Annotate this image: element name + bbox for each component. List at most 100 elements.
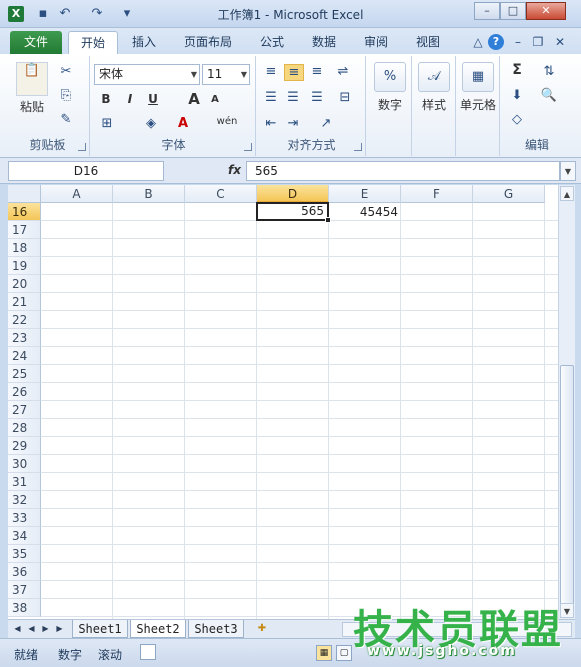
row-header-30[interactable]: 30: [8, 455, 41, 473]
align-center-icon[interactable]: ☰: [284, 90, 302, 105]
row-header-34[interactable]: 34: [8, 527, 41, 545]
normal-view-icon[interactable]: ▦: [316, 645, 332, 661]
font-color-icon[interactable]: A: [174, 116, 192, 131]
tab-page-layout[interactable]: 页面布局: [176, 31, 240, 54]
align-middle-icon[interactable]: ≡: [284, 64, 304, 81]
scroll-up-icon[interactable]: ▲: [560, 186, 574, 201]
select-all-corner[interactable]: [8, 185, 41, 203]
column-header-e[interactable]: E: [329, 185, 401, 203]
macro-record-icon[interactable]: [140, 644, 156, 660]
column-header-a[interactable]: A: [41, 185, 113, 203]
sheet-tab-1[interactable]: Sheet1: [72, 620, 128, 638]
alignment-launcher-icon[interactable]: [354, 143, 362, 151]
font-size-select[interactable]: 11 ▼: [202, 64, 250, 85]
row-header-36[interactable]: 36: [8, 563, 41, 581]
align-right-icon[interactable]: ☰: [308, 90, 326, 105]
autosum-button[interactable]: Σ: [508, 62, 526, 78]
column-header-f[interactable]: F: [401, 185, 473, 203]
bold-button[interactable]: B: [98, 92, 114, 106]
row-header-26[interactable]: 26: [8, 383, 41, 401]
sort-filter-icon[interactable]: ⇅: [538, 64, 560, 79]
cell-e16[interactable]: 45454: [329, 203, 401, 221]
column-header-c[interactable]: C: [185, 185, 257, 203]
last-sheet-icon[interactable]: ▶: [54, 623, 65, 635]
help-icon[interactable]: ?: [488, 34, 504, 50]
worksheet-grid[interactable]: A B C D E F G 16 17 18 19 20 21 22 23 24 25 26 27 28 29 30 31 3…: [8, 185, 558, 619]
row-header-25[interactable]: 25: [8, 365, 41, 383]
format-painter-icon[interactable]: ✎: [58, 112, 74, 127]
orientation-icon[interactable]: ↗: [316, 116, 336, 131]
minimize-button[interactable]: –: [474, 2, 500, 20]
wrap-text-icon[interactable]: ⇌: [334, 64, 352, 79]
borders-icon[interactable]: ⊞: [98, 116, 116, 131]
tab-data[interactable]: 数据: [304, 31, 344, 54]
fill-color-icon[interactable]: ◈: [142, 116, 160, 131]
sheet-tab-2[interactable]: Sheet2: [130, 620, 186, 638]
font-launcher-icon[interactable]: [244, 143, 252, 151]
fill-icon[interactable]: ⬇: [508, 88, 526, 103]
italic-button[interactable]: I: [122, 92, 138, 106]
expand-formula-bar-icon[interactable]: ▼: [560, 161, 576, 181]
tab-insert[interactable]: 插入: [124, 31, 164, 54]
tab-review[interactable]: 审阅: [356, 31, 396, 54]
vertical-scroll-thumb[interactable]: [560, 365, 574, 605]
row-header-21[interactable]: 21: [8, 293, 41, 311]
increase-indent-icon[interactable]: ⇥: [284, 116, 302, 131]
row-header-35[interactable]: 35: [8, 545, 41, 563]
row-header-27[interactable]: 27: [8, 401, 41, 419]
vertical-scrollbar[interactable]: ▲ ▼: [558, 185, 575, 619]
tab-view[interactable]: 视图: [408, 31, 448, 54]
column-header-d[interactable]: D: [257, 185, 329, 203]
cells-button[interactable]: ▦ 单元格: [456, 62, 500, 113]
underline-button[interactable]: U: [144, 92, 162, 106]
ribbon-minimize-icon[interactable]: △: [470, 34, 486, 50]
workbook-close-icon[interactable]: ✕: [552, 34, 568, 50]
prev-sheet-icon[interactable]: ◀: [26, 623, 37, 635]
name-box[interactable]: D16: [8, 161, 164, 181]
clipboard-launcher-icon[interactable]: [78, 143, 86, 151]
row-header-28[interactable]: 28: [8, 419, 41, 437]
copy-icon[interactable]: ⎘: [58, 88, 74, 103]
row-header-29[interactable]: 29: [8, 437, 41, 455]
insert-sheet-icon[interactable]: ✚: [254, 622, 270, 636]
maximize-button[interactable]: □: [500, 2, 526, 20]
tab-formulas[interactable]: 公式: [252, 31, 292, 54]
phonetic-guide-button[interactable]: wén: [214, 116, 240, 127]
number-format-button[interactable]: % 数字: [368, 62, 412, 113]
decrease-indent-icon[interactable]: ⇤: [262, 116, 280, 131]
cell-d16[interactable]: 565: [256, 202, 329, 221]
row-header-18[interactable]: 18: [8, 239, 41, 257]
next-sheet-icon[interactable]: ▶: [40, 623, 51, 635]
row-header-23[interactable]: 23: [8, 329, 41, 347]
cut-icon[interactable]: ✂: [58, 64, 74, 79]
first-sheet-icon[interactable]: ◀: [12, 623, 23, 635]
sheet-tab-3[interactable]: Sheet3: [188, 620, 244, 638]
align-top-icon[interactable]: ≡: [262, 64, 280, 79]
row-header-32[interactable]: 32: [8, 491, 41, 509]
row-header-16[interactable]: 16: [8, 203, 41, 221]
grow-font-button[interactable]: A: [186, 90, 202, 108]
row-header-22[interactable]: 22: [8, 311, 41, 329]
row-header-33[interactable]: 33: [8, 509, 41, 527]
align-left-icon[interactable]: ☰: [262, 90, 280, 105]
find-select-icon[interactable]: 🔍: [538, 88, 560, 103]
tab-file[interactable]: 文件: [10, 31, 62, 54]
styles-button[interactable]: 𝒜 样式: [412, 62, 456, 113]
font-name-select[interactable]: 宋体 ▼: [94, 64, 200, 85]
tab-home[interactable]: 开始: [68, 31, 118, 54]
column-header-b[interactable]: B: [113, 185, 185, 203]
clear-icon[interactable]: ◇: [508, 112, 526, 127]
row-header-17[interactable]: 17: [8, 221, 41, 239]
row-header-24[interactable]: 24: [8, 347, 41, 365]
row-header-20[interactable]: 20: [8, 275, 41, 293]
close-button[interactable]: ✕: [526, 2, 566, 20]
row-header-38[interactable]: 38: [8, 599, 41, 617]
align-bottom-icon[interactable]: ≡: [308, 64, 326, 79]
column-header-g[interactable]: G: [473, 185, 545, 203]
row-header-31[interactable]: 31: [8, 473, 41, 491]
paste-icon[interactable]: 📋: [16, 62, 48, 96]
row-header-37[interactable]: 37: [8, 581, 41, 599]
merge-center-icon[interactable]: ⊟: [334, 90, 356, 105]
workbook-minimize-icon[interactable]: –: [510, 34, 526, 50]
formula-input[interactable]: 565: [246, 161, 560, 181]
